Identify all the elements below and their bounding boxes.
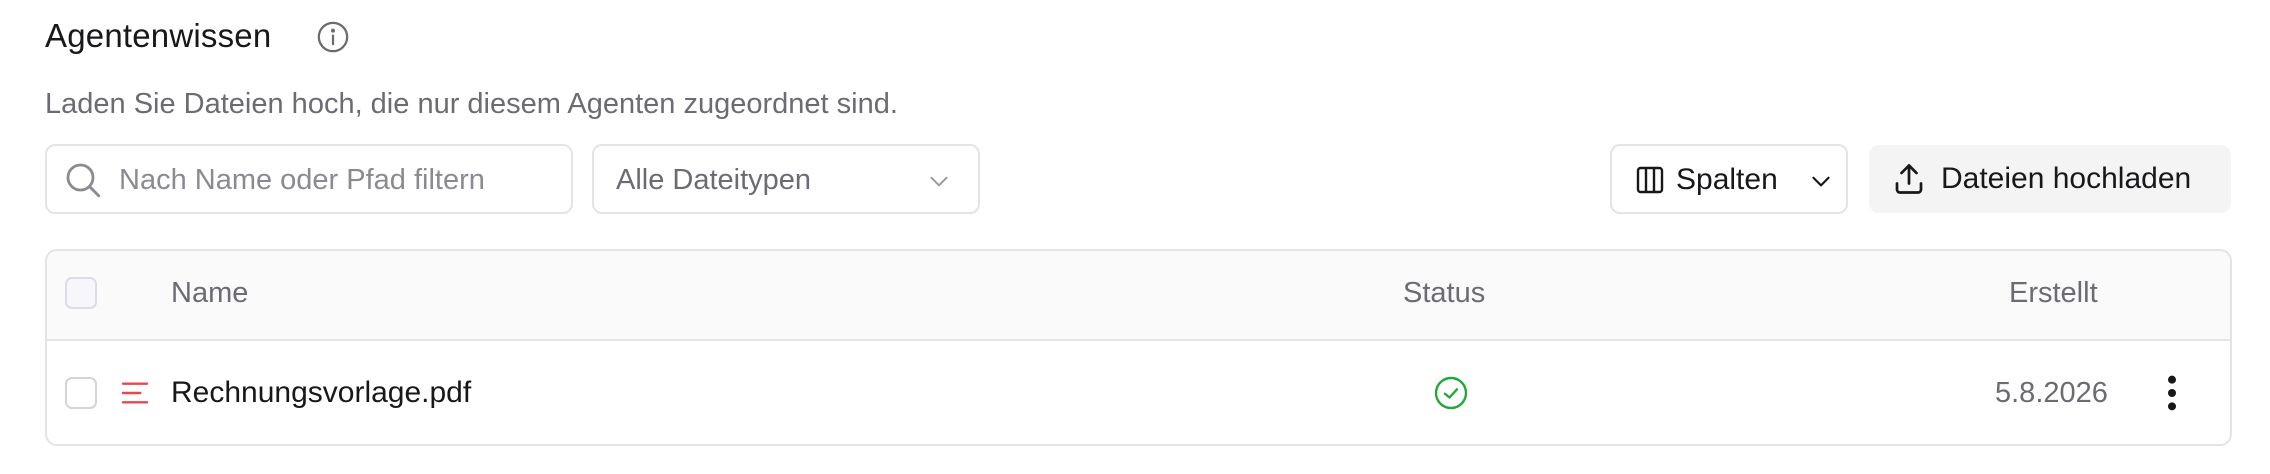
chevron-down-icon [930, 176, 948, 187]
section-title: Agentenwissen [45, 17, 272, 54]
file-name[interactable]: Rechnungsvorlage.pdf [171, 373, 471, 413]
chevron-down-icon [1812, 176, 1830, 187]
row-checkbox[interactable] [65, 377, 97, 409]
file-type-select[interactable]: Alle Dateitypen [592, 144, 980, 214]
column-header-created[interactable]: Erstellt [2009, 273, 2098, 313]
search-field[interactable] [45, 144, 573, 214]
columns-icon [1636, 166, 1664, 194]
files-table: Name Status Erstellt Rechnungsvorlage.pd… [45, 249, 2232, 446]
upload-files-button-label: Dateien hochladen [1941, 162, 2192, 195]
file-text-icon [121, 382, 149, 404]
file-type-select-value: Alle Dateitypen [616, 164, 812, 196]
search-input[interactable] [117, 154, 561, 206]
search-icon [66, 163, 101, 198]
check-circle-icon [1434, 376, 1468, 410]
upload-files-button[interactable]: Dateien hochladen [1869, 145, 2231, 213]
more-vertical-icon[interactable] [2161, 373, 2183, 413]
section-subtitle: Laden Sie Dateien hoch, die nur diesem A… [45, 88, 898, 120]
select-all-checkbox[interactable] [65, 277, 97, 309]
columns-button-label: Spalten [1676, 163, 1778, 196]
table-row[interactable]: Rechnungsvorlage.pdf 5.8.2026 [47, 341, 2230, 444]
column-header-status[interactable]: Status [1403, 273, 1485, 313]
info-icon[interactable] [316, 20, 350, 54]
column-header-name[interactable]: Name [171, 273, 248, 313]
columns-button[interactable]: Spalten [1610, 144, 1848, 214]
created-date: 5.8.2026 [1995, 377, 2108, 409]
upload-icon [1895, 164, 1923, 194]
table-header: Name Status Erstellt [47, 251, 2230, 341]
